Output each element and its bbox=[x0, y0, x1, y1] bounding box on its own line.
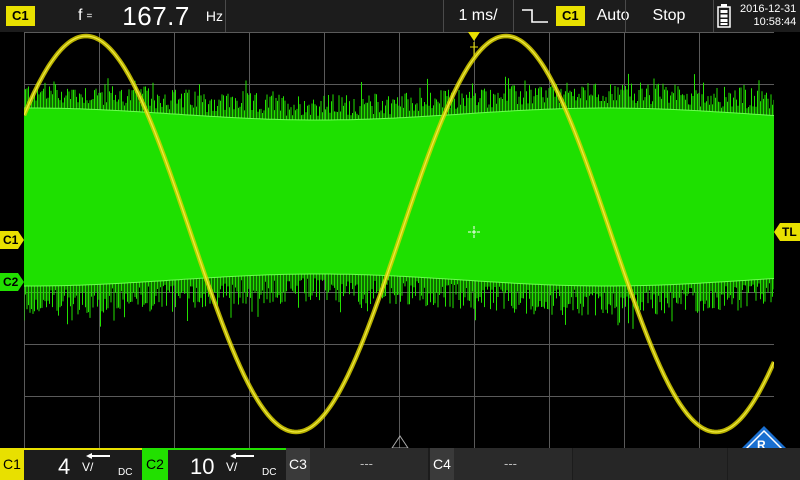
channel-settings-bar: C1 4 V/ DC C2 10 V/ DC C3 --- C4 --- bbox=[0, 448, 800, 480]
measurement-channel-badge: C1 bbox=[6, 6, 35, 26]
ch2-label[interactable]: C2 bbox=[142, 448, 168, 480]
timebase-button[interactable]: 1 ms/ bbox=[443, 0, 513, 32]
trigger-button[interactable]: C1 Auto bbox=[520, 0, 630, 32]
ch1-settings[interactable]: 4 V/ DC bbox=[24, 448, 142, 480]
top-status-bar: C1 f = 167.7 Hz 1 ms/ C1 Auto Stop 2016-… bbox=[0, 0, 800, 32]
frequency-label: f bbox=[78, 7, 83, 24]
date: 2016-12-31 bbox=[740, 3, 797, 15]
ch2-offset-marker[interactable]: C2 bbox=[0, 273, 25, 291]
date-time: 2016-12-31 10:58:44 bbox=[740, 0, 796, 32]
ch4-label[interactable]: C4 bbox=[430, 448, 454, 480]
ch2-scale: 10 bbox=[190, 454, 215, 479]
probe-icon bbox=[230, 453, 254, 459]
battery-icon bbox=[717, 4, 731, 28]
ch1-label[interactable]: C1 bbox=[0, 448, 24, 480]
frequency-value: 167.7 bbox=[122, 0, 190, 31]
ch3-settings[interactable]: --- bbox=[310, 448, 428, 480]
run-state: Stop bbox=[652, 7, 686, 24]
timebase-value: 1 ms/ bbox=[458, 7, 498, 24]
run-stop-button[interactable]: Stop bbox=[625, 0, 713, 32]
ch3-value: --- bbox=[360, 456, 373, 471]
ch2-unit: V/ bbox=[226, 460, 238, 474]
measurement-channel[interactable]: C1 bbox=[6, 0, 35, 32]
ch2-waveform-body bbox=[24, 108, 774, 286]
waveform-display[interactable] bbox=[24, 32, 774, 448]
probe-icon bbox=[86, 453, 110, 459]
equals-icon: = bbox=[86, 10, 93, 22]
ch4-value: --- bbox=[504, 456, 517, 471]
ch3-label[interactable]: C3 bbox=[286, 448, 310, 480]
ch1-coupling: DC bbox=[118, 467, 133, 478]
ch4-settings[interactable]: --- bbox=[454, 448, 572, 480]
empty-slot bbox=[573, 448, 727, 480]
battery-status bbox=[717, 0, 731, 32]
trigger-level-marker[interactable]: TL bbox=[774, 223, 800, 241]
frequency-readout[interactable]: f = 167.7 Hz bbox=[78, 0, 223, 32]
trigger-channel-badge: C1 bbox=[556, 6, 585, 26]
frequency-unit: Hz bbox=[205, 8, 223, 24]
ch1-offset-marker[interactable]: C1 bbox=[0, 231, 25, 249]
ch2-coupling: DC bbox=[262, 467, 277, 478]
ch1-unit: V/ bbox=[82, 460, 94, 474]
time: 10:58:44 bbox=[753, 16, 797, 28]
falling-edge-trigger-icon bbox=[522, 9, 548, 23]
waveform-canvas bbox=[24, 32, 774, 448]
ch1-scale: 4 bbox=[58, 454, 71, 479]
logo-slot bbox=[728, 448, 800, 480]
ch2-settings[interactable]: 10 V/ DC bbox=[168, 448, 286, 480]
